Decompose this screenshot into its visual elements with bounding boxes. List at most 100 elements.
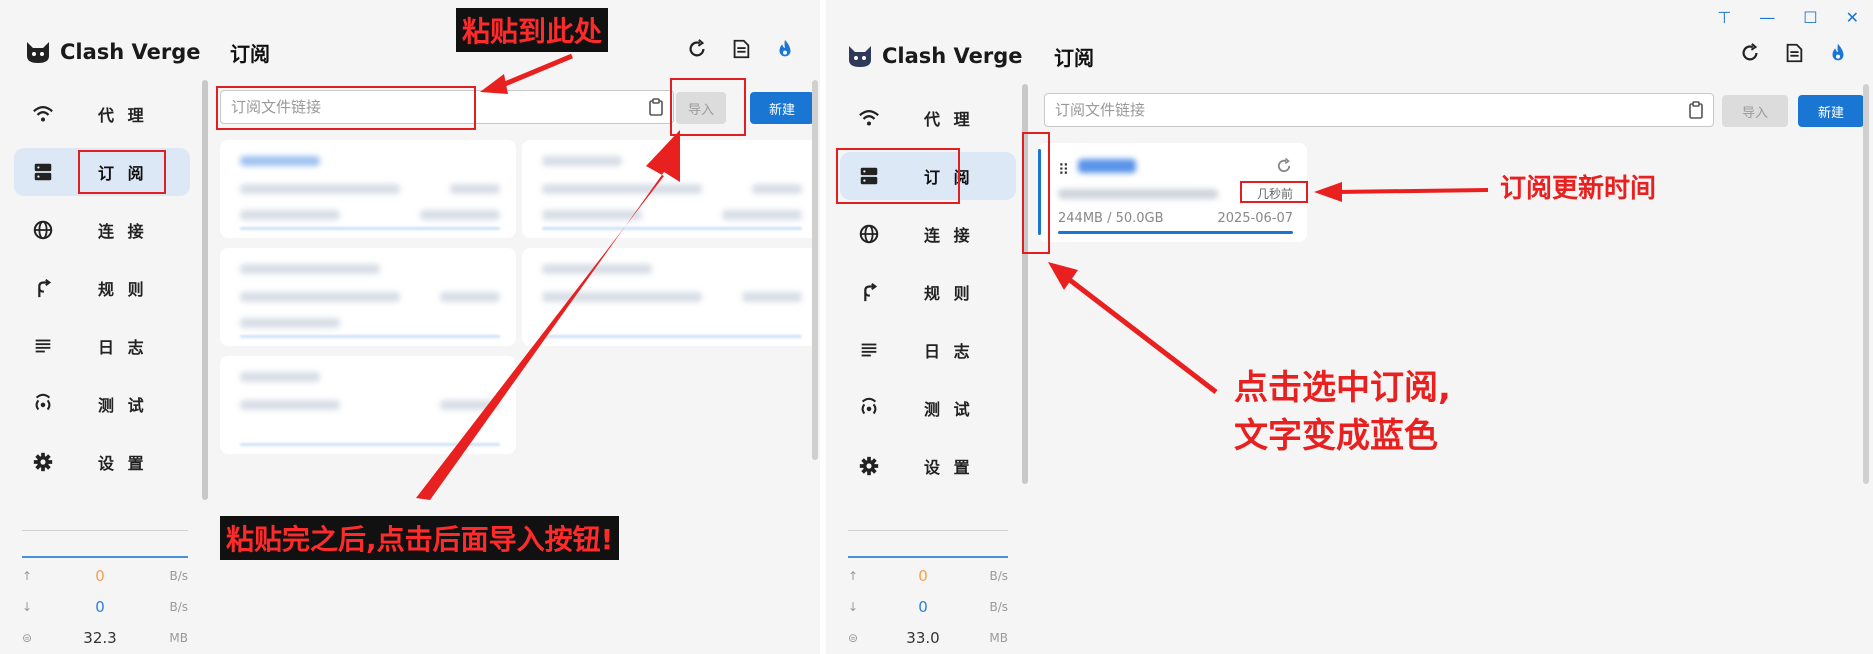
app-logo: Clash Verge xyxy=(24,38,201,66)
refresh-icon[interactable] xyxy=(686,38,708,60)
annotation-paste-here: 粘贴到此处 xyxy=(456,8,609,52)
sidebar-scrollbar[interactable] xyxy=(202,80,208,500)
sidebar-item-logs[interactable]: 日 志 xyxy=(840,326,1016,374)
sidebar-item-label: 测 试 xyxy=(924,400,974,419)
memory-icon: ⊜ xyxy=(22,631,33,645)
radar-icon xyxy=(854,396,884,420)
cat-logo-icon xyxy=(27,42,49,63)
arrow-down-icon: ↓ xyxy=(22,600,33,614)
sidebar-item-label: 设 置 xyxy=(924,458,974,477)
flame-icon[interactable] xyxy=(774,38,796,60)
subscription-card[interactable] xyxy=(522,248,818,346)
upload-speed-value: 0 xyxy=(95,567,105,585)
clipboard-icon[interactable] xyxy=(1679,95,1713,125)
document-icon[interactable] xyxy=(730,38,752,60)
download-speed-unit: B/s xyxy=(989,600,1008,614)
annotation-box-subscription-tab xyxy=(836,148,960,204)
sidebar-item-label: 日 志 xyxy=(98,338,148,357)
gear-icon xyxy=(28,450,58,474)
subscription-card[interactable] xyxy=(220,248,516,346)
sidebar-item-settings[interactable]: 设 置 xyxy=(840,442,1016,490)
arrow-up-icon: ↑ xyxy=(848,569,859,583)
annotation-click-select-2: 文字变成蓝色 xyxy=(1234,416,1438,456)
new-button[interactable]: 新建 xyxy=(750,92,814,124)
clipboard-icon[interactable] xyxy=(639,92,673,122)
subscription-card[interactable] xyxy=(220,356,516,454)
expire-date: 2025-06-07 xyxy=(1217,211,1293,226)
arrow-up-icon: ↑ xyxy=(22,569,33,583)
right-app-window: ⊤ — ☐ ✕ Clash Verge 代 理 订 阅 连 接 规 则 日 志 … xyxy=(826,0,1873,654)
page-title: 订阅 xyxy=(1054,46,1094,70)
lines-icon xyxy=(854,338,884,362)
sidebar-item-label: 规 则 xyxy=(924,284,974,303)
memory-unit: MB xyxy=(989,631,1008,645)
globe-icon xyxy=(854,222,884,246)
header-actions xyxy=(1739,42,1849,64)
main-panel: 订阅 导入 新建 xyxy=(1030,0,1873,654)
sidebar-item-rules[interactable]: 规 则 xyxy=(14,264,190,312)
sidebar-item-settings[interactable]: 设 置 xyxy=(14,438,190,486)
sidebar-item-label: 连 接 xyxy=(98,222,148,241)
sidebar-item-test[interactable]: 测 试 xyxy=(840,384,1016,432)
left-app-window: Clash Verge 代 理 订 阅 连 接 规 则 日 志 测 试 设 置 … xyxy=(0,0,820,654)
download-speed-row: ↓ 0 B/s xyxy=(848,597,1008,617)
sidebar-item-label: 测 试 xyxy=(98,396,148,415)
memory-unit: MB xyxy=(169,631,188,645)
sidebar-item-connections[interactable]: 连 接 xyxy=(840,210,1016,258)
sidebar-item-connections[interactable]: 连 接 xyxy=(14,206,190,254)
main-scrollbar[interactable] xyxy=(1863,84,1869,484)
flame-icon[interactable] xyxy=(1827,42,1849,64)
subscription-card[interactable] xyxy=(220,140,516,238)
app-name: Clash Verge xyxy=(882,44,1023,68)
subscription-name xyxy=(1078,159,1136,173)
sidebar-item-label: 代 理 xyxy=(924,110,974,129)
download-speed-value: 0 xyxy=(918,598,928,616)
fork-icon xyxy=(854,280,884,304)
lines-icon xyxy=(28,334,58,358)
sidebar-item-label: 设 置 xyxy=(98,454,148,473)
upload-speed-row: ↑ 0 B/s xyxy=(848,566,1008,586)
document-icon[interactable] xyxy=(1783,42,1805,64)
sidebar-item-logs[interactable]: 日 志 xyxy=(14,322,190,370)
arrow-down-icon: ↓ xyxy=(848,600,859,614)
memory-row: ⊜ 32.3 MB xyxy=(22,628,188,648)
gear-icon xyxy=(854,454,884,478)
subscription-url-text xyxy=(1058,189,1218,199)
app-logo: Clash Verge xyxy=(846,42,1023,70)
subscription-url-field[interactable] xyxy=(1044,93,1714,127)
sidebar-item-test[interactable]: 测 试 xyxy=(14,380,190,428)
traffic-graph-line xyxy=(848,556,1008,558)
main-scrollbar[interactable] xyxy=(812,80,818,460)
drag-handle-icon[interactable]: ⠿ xyxy=(1058,161,1069,179)
upload-speed-value: 0 xyxy=(918,567,928,585)
page-title: 订阅 xyxy=(230,42,270,66)
sidebar-item-label: 日 志 xyxy=(924,342,974,361)
upload-speed-unit: B/s xyxy=(989,569,1008,583)
download-speed-unit: B/s xyxy=(169,600,188,614)
subscription-url-input[interactable] xyxy=(1055,101,1679,119)
traffic-usage: 244MB / 50.0GB xyxy=(1058,211,1164,226)
traffic-graph-line xyxy=(22,556,188,558)
sidebar: Clash Verge 代 理 订 阅 连 接 规 则 日 志 测 试 设 置 … xyxy=(0,0,210,654)
annotation-box-subscription-tab xyxy=(78,150,166,194)
sidebar-item-proxy[interactable]: 代 理 xyxy=(14,90,190,138)
annotation-box-import-button xyxy=(670,78,746,136)
sidebar-item-rules[interactable]: 规 则 xyxy=(840,268,1016,316)
refresh-icon[interactable] xyxy=(1275,157,1293,175)
upload-speed-unit: B/s xyxy=(169,569,188,583)
wifi-icon xyxy=(854,106,884,130)
download-speed-row: ↓ 0 B/s xyxy=(22,597,188,617)
annotation-box-card-edge xyxy=(1022,132,1050,254)
sidebar-item-label: 规 则 xyxy=(98,280,148,299)
sidebar-item-proxy[interactable]: 代 理 xyxy=(840,94,1016,142)
subscription-card[interactable] xyxy=(522,140,818,238)
annotation-box-url-input xyxy=(216,86,476,130)
import-button[interactable]: 导入 xyxy=(1722,95,1788,127)
cat-logo-icon xyxy=(849,46,871,67)
refresh-icon[interactable] xyxy=(1739,42,1761,64)
new-button[interactable]: 新建 xyxy=(1798,95,1864,127)
annotation-update-time: 订阅更新时间 xyxy=(1500,174,1657,204)
screenshot-composite: Clash Verge 代 理 订 阅 连 接 规 则 日 志 测 试 设 置 … xyxy=(0,0,1873,654)
upload-speed-row: ↑ 0 B/s xyxy=(22,566,188,586)
download-speed-value: 0 xyxy=(95,598,105,616)
